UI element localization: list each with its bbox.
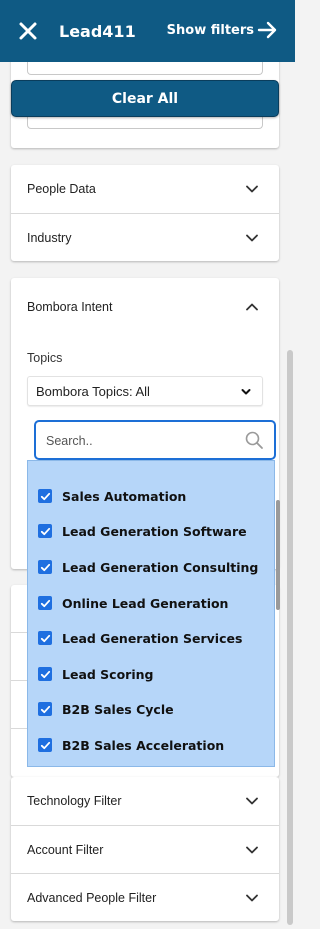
show-filters-button[interactable]: Show filters bbox=[167, 20, 279, 40]
checkbox-checked-icon[interactable] bbox=[38, 560, 52, 574]
filter-row-industry[interactable]: Industry bbox=[11, 213, 279, 261]
clear-all-button[interactable]: Clear All bbox=[11, 80, 279, 117]
page-scrollbar[interactable] bbox=[287, 350, 293, 925]
topics-select[interactable]: Bombora Topics: All bbox=[27, 376, 263, 406]
topic-option-label: B2B Sales Cycle bbox=[62, 701, 174, 717]
chevron-down-icon bbox=[245, 794, 259, 808]
topic-option[interactable]: Lead Generation Consulting bbox=[38, 557, 258, 577]
filter-card-bottom: Technology Filter Account Filter Advance… bbox=[11, 777, 279, 921]
chevron-down-icon bbox=[245, 891, 259, 905]
topic-option[interactable]: Lead Generation Software bbox=[38, 521, 247, 541]
app-header: Lead411 Show filters bbox=[0, 0, 295, 62]
arrow-right-icon bbox=[257, 21, 277, 39]
filter-row-label: Technology Filter bbox=[27, 794, 122, 808]
search-icon bbox=[245, 431, 263, 449]
topic-option[interactable]: Lead Generation Services bbox=[38, 628, 242, 648]
filter-row-people-data[interactable]: People Data bbox=[11, 165, 279, 213]
filter-row-label: Industry bbox=[27, 230, 72, 245]
checkbox-checked-icon[interactable] bbox=[38, 631, 52, 645]
app-title: Lead411 bbox=[59, 22, 136, 41]
topics-search-input[interactable] bbox=[46, 432, 236, 450]
topic-option[interactable]: B2B Sales Cycle bbox=[38, 699, 174, 719]
filter-row-label: Advanced People Filter bbox=[27, 890, 157, 905]
topic-option[interactable]: B2B Sales Acceleration bbox=[38, 735, 224, 755]
topics-options-list: Sales Automation Lead Generation Softwar… bbox=[27, 460, 275, 767]
checkbox-checked-icon[interactable] bbox=[38, 738, 52, 752]
checkbox-checked-icon[interactable] bbox=[38, 489, 52, 503]
chevron-down-icon bbox=[245, 182, 259, 196]
checkbox-checked-icon[interactable] bbox=[38, 702, 52, 716]
topics-label: Topics bbox=[27, 351, 63, 365]
topic-option-label: Lead Generation Consulting bbox=[62, 559, 259, 575]
topic-option-label: Online Lead Generation bbox=[62, 595, 229, 611]
options-scrollbar[interactable] bbox=[276, 500, 280, 610]
filter-row-label: Bombora Intent bbox=[27, 300, 113, 314]
topic-option-label: Sales Automation bbox=[62, 488, 187, 504]
topic-option-label: Lead Scoring bbox=[62, 666, 154, 682]
chevron-down-icon bbox=[245, 231, 259, 245]
chevron-up-icon bbox=[245, 300, 259, 314]
caret-down-icon bbox=[241, 389, 251, 395]
checkbox-checked-icon[interactable] bbox=[38, 667, 52, 681]
filter-row-label: Account Filter bbox=[27, 842, 104, 857]
checkbox-checked-icon[interactable] bbox=[38, 524, 52, 538]
close-icon[interactable] bbox=[17, 20, 39, 42]
filter-card-people-industry: People Data Industry bbox=[11, 165, 279, 261]
chevron-down-icon bbox=[245, 843, 259, 857]
filter-row-label: People Data bbox=[27, 182, 96, 196]
checkbox-checked-icon[interactable] bbox=[38, 596, 52, 610]
topic-option-label: Lead Generation Software bbox=[62, 523, 247, 539]
topic-option[interactable]: Lead Scoring bbox=[38, 664, 153, 684]
topics-search-box bbox=[34, 420, 276, 460]
filter-row-advanced-people[interactable]: Advanced People Filter bbox=[11, 873, 279, 921]
topics-select-value: Bombora Topics: All bbox=[36, 383, 150, 399]
filter-row-technology[interactable]: Technology Filter bbox=[11, 777, 279, 825]
topic-option[interactable]: Online Lead Generation bbox=[38, 593, 228, 613]
topic-option-label: B2B Sales Acceleration bbox=[62, 737, 225, 753]
show-filters-label: Show filters bbox=[166, 22, 254, 38]
row-divider bbox=[11, 728, 27, 729]
filter-row-bombora-intent[interactable]: Bombora Intent bbox=[11, 278, 279, 336]
topic-option[interactable]: Sales Automation bbox=[38, 486, 186, 506]
filter-row-account[interactable]: Account Filter bbox=[11, 825, 279, 873]
topic-option-label: Lead Generation Services bbox=[62, 630, 243, 646]
row-divider bbox=[11, 632, 27, 633]
row-divider bbox=[11, 680, 27, 681]
